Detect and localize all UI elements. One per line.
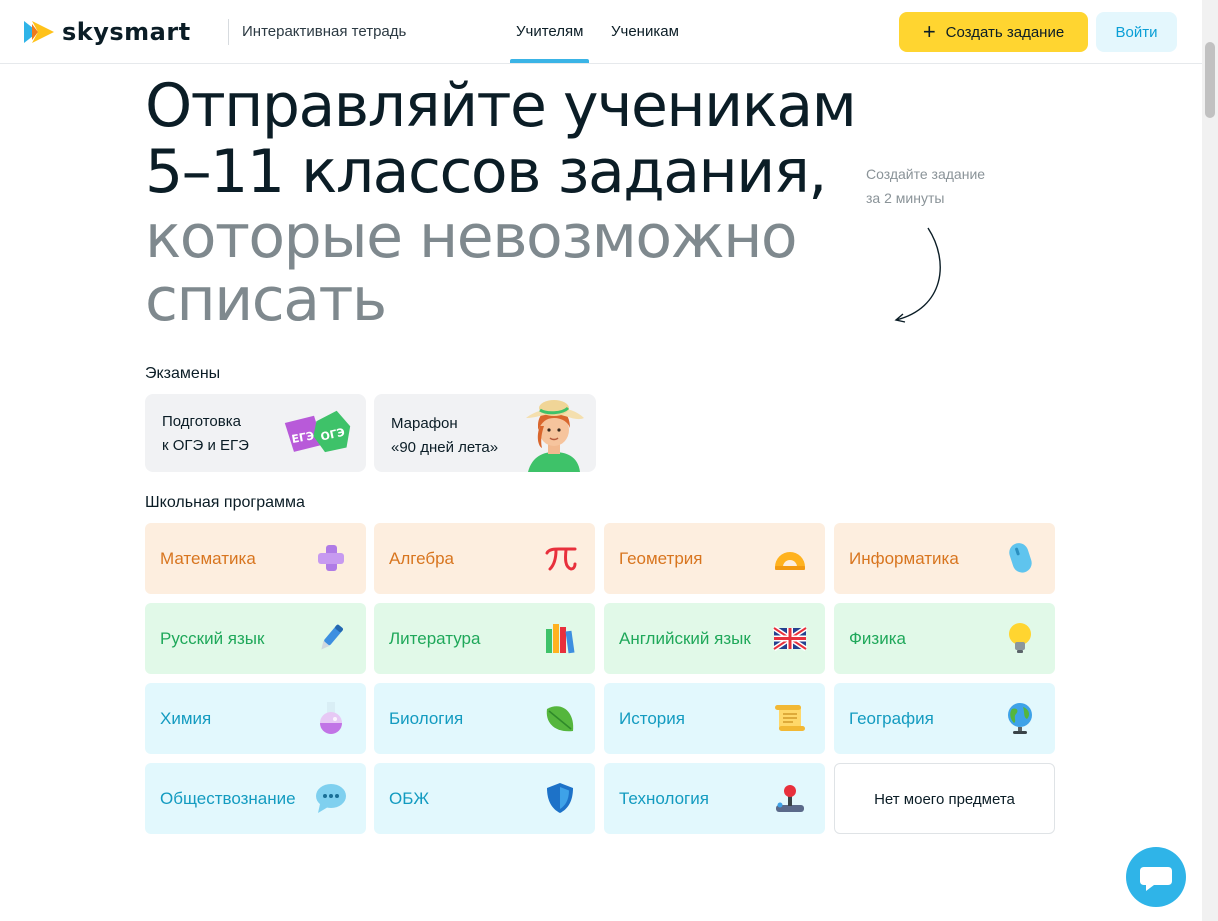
create-task-button[interactable]: + Создать задание xyxy=(899,12,1088,52)
subject-label: Химия xyxy=(160,709,212,728)
subject-label: Технология xyxy=(619,789,709,808)
uk-flag-icon xyxy=(773,625,807,652)
site-header: skysmart Интерактивная тетрадь Учителям … xyxy=(0,0,1202,64)
tab-teachers[interactable]: Учителям xyxy=(509,22,590,63)
leaf-icon xyxy=(546,706,574,732)
chat-bubble-icon xyxy=(316,784,346,813)
subject-geography[interactable]: География xyxy=(834,683,1055,754)
exam-card-summer-marathon[interactable]: Марафон «90 дней лета» xyxy=(374,394,596,472)
logo-text: skysmart xyxy=(62,18,191,46)
subject-technology[interactable]: Технология xyxy=(604,763,825,834)
subject-history[interactable]: История xyxy=(604,683,825,754)
subject-geometry[interactable]: Геометрия xyxy=(604,523,825,594)
scroll-icon xyxy=(775,705,805,731)
chat-icon xyxy=(1140,867,1172,891)
curved-arrow-icon xyxy=(894,227,941,323)
subject-label: ОБЖ xyxy=(389,789,430,808)
subject-russian[interactable]: Русский язык xyxy=(145,603,366,674)
girl-with-hat-illustration xyxy=(526,400,584,472)
shield-icon xyxy=(547,783,573,813)
subject-chemistry[interactable]: Химия xyxy=(145,683,366,754)
hero-title-line-2: 5–11 классов задания, xyxy=(145,137,827,207)
subject-informatics[interactable]: Информатика xyxy=(834,523,1055,594)
subject-algebra[interactable]: Алгебра xyxy=(374,523,595,594)
subject-label: Литература xyxy=(389,629,481,648)
hint-line-2: за 2 минуты xyxy=(866,190,945,206)
plus-icon: + xyxy=(922,19,936,44)
product-subtitle: Интерактивная тетрадь xyxy=(242,23,407,40)
chat-widget-button[interactable] xyxy=(1126,847,1186,907)
subject-label: Биология xyxy=(389,709,464,728)
hero-title-line-4: списать xyxy=(145,265,387,335)
pi-icon xyxy=(545,547,577,571)
create-task-label: Создать задание xyxy=(945,23,1065,41)
page-scrollbar[interactable] xyxy=(1202,0,1218,921)
globe-icon xyxy=(1008,703,1032,734)
header-divider xyxy=(228,19,229,45)
joystick-icon xyxy=(776,785,804,812)
plus-icon xyxy=(318,545,344,571)
exam-card-line-2: «90 дней лета» xyxy=(391,439,499,456)
protractor-icon xyxy=(775,552,805,570)
subject-obzh[interactable]: ОБЖ xyxy=(374,763,595,834)
subject-label: Геометрия xyxy=(619,549,703,568)
exam-card-line-1: Марафон xyxy=(391,415,458,432)
school-program-title: Школьная программа xyxy=(145,494,305,511)
subject-label: Нет моего предмета xyxy=(874,791,1015,808)
bulb-icon xyxy=(1009,623,1031,653)
subject-label: Физика xyxy=(849,629,906,648)
scrollbar-thumb[interactable] xyxy=(1205,42,1215,118)
exams-title: Экзамены xyxy=(145,365,221,382)
subject-label: Английский язык xyxy=(619,629,751,648)
subject-label: Русский язык xyxy=(160,629,265,648)
subject-not-listed[interactable]: Нет моего предмета xyxy=(834,763,1055,834)
hint-line-1: Создайте задание xyxy=(866,166,986,182)
subject-literature[interactable]: Литература xyxy=(374,603,595,674)
subject-math[interactable]: Математика xyxy=(145,523,366,594)
logo[interactable]: skysmart xyxy=(24,20,191,44)
login-button[interactable]: Войти xyxy=(1096,12,1177,52)
hero-title-line-3: которые невозможно xyxy=(145,202,798,272)
mouse-icon xyxy=(1009,543,1032,573)
subject-social-studies[interactable]: Обществознание xyxy=(145,763,366,834)
logo-mark-icon xyxy=(24,21,54,43)
pen-icon xyxy=(321,624,343,650)
subject-biology[interactable]: Биология xyxy=(374,683,595,754)
hero-title-line-1: Отправляйте ученикам xyxy=(145,71,857,141)
subject-label: Алгебра xyxy=(389,549,454,568)
books-icon xyxy=(546,624,575,654)
subject-label: Математика xyxy=(160,549,256,568)
subject-label: Обществознание xyxy=(160,789,296,808)
subject-label: Информатика xyxy=(849,549,959,568)
hero-hint: Создайте задание за 2 минуты xyxy=(866,162,1046,210)
subject-label: История xyxy=(619,709,685,728)
exam-card-line-2: к ОГЭ и ЕГЭ xyxy=(162,437,249,454)
tab-students[interactable]: Ученикам xyxy=(611,22,679,42)
exam-badges-icon: ЕГЭ ОГЭ xyxy=(284,410,351,453)
exam-card-line-1: Подготовка xyxy=(162,413,241,430)
exam-card-oge-ege[interactable]: Подготовка к ОГЭ и ЕГЭ ЕГЭ ОГЭ xyxy=(145,394,366,472)
subject-physics[interactable]: Физика xyxy=(834,603,1055,674)
subject-label: География xyxy=(849,709,934,728)
subject-english[interactable]: Английский язык xyxy=(604,603,825,674)
flask-icon xyxy=(320,702,342,734)
